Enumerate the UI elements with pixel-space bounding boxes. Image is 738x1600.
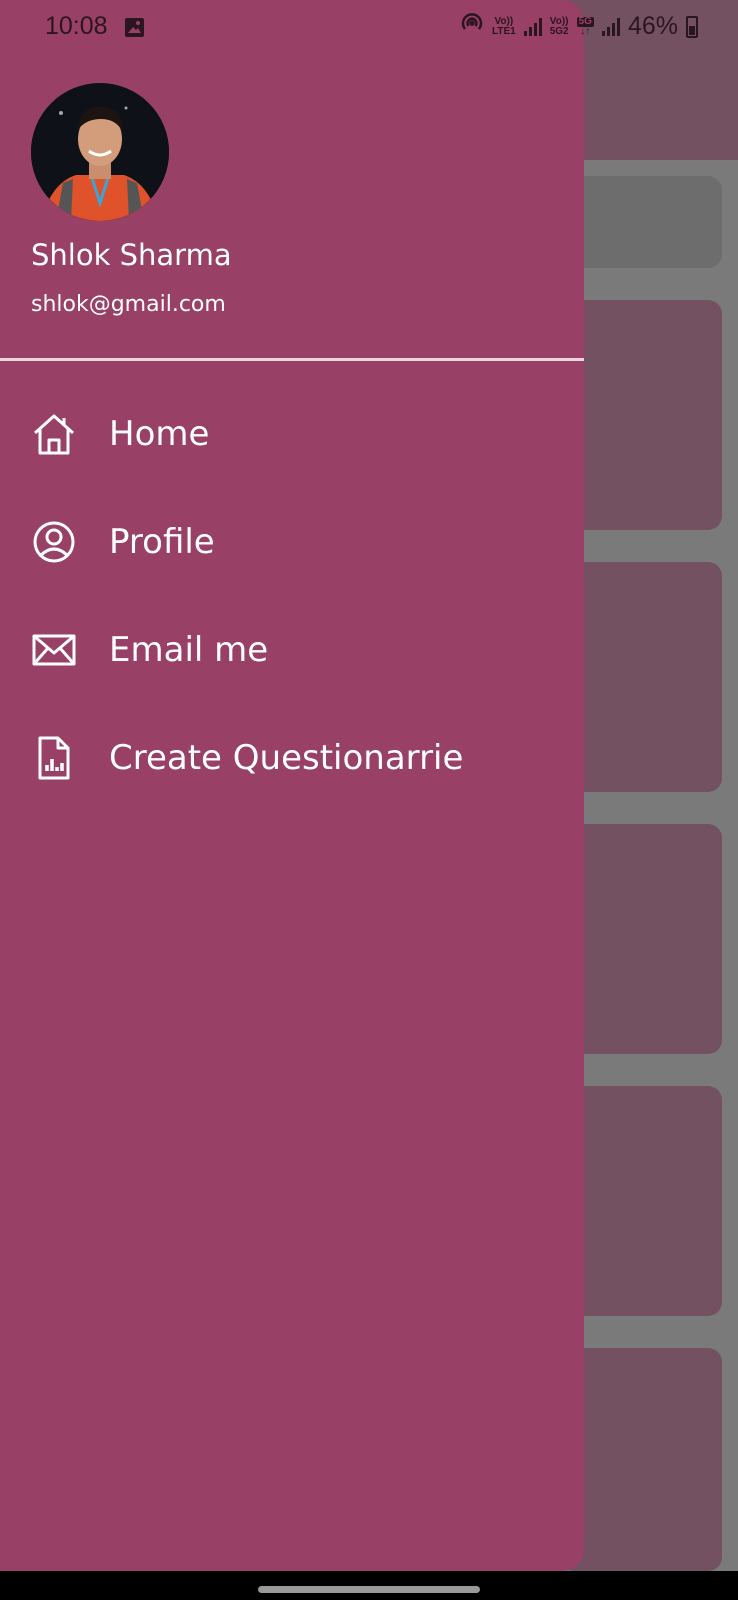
signal-strength-icon <box>523 17 542 36</box>
hotspot-icon <box>460 12 484 41</box>
menu-item-label: Create Questionarrie <box>109 738 464 778</box>
background-card <box>560 562 722 792</box>
user-email: shlok@gmail.com <box>31 292 226 317</box>
menu-item-label: Email me <box>109 630 269 670</box>
document-chart-icon <box>31 735 77 781</box>
gesture-handle[interactable] <box>258 1586 480 1593</box>
background-card <box>560 824 722 1054</box>
menu-item-create-questionnaire[interactable]: Create Questionarrie <box>0 704 584 812</box>
network-5g-icon: 5G ↓↑ <box>576 15 594 37</box>
status-bar: 10:08 Vo)) LTE1 Vo)) 5G2 5G ↓↑ 46% <box>0 0 738 58</box>
image-notification-icon <box>124 17 145 38</box>
navigation-drawer: Shlok Sharma shlok@gmail.com Home Profil… <box>0 0 584 1571</box>
status-time: 10:08 <box>45 12 108 40</box>
drawer-menu: Home Profile Email me Create Questionarr… <box>0 380 584 812</box>
menu-item-home[interactable]: Home <box>0 380 584 488</box>
background-card <box>560 1086 722 1316</box>
drawer-divider <box>0 358 584 361</box>
battery-percent: 46% <box>627 12 678 40</box>
background-card <box>560 300 722 530</box>
home-icon <box>31 411 77 457</box>
user-name: Shlok Sharma <box>31 238 232 272</box>
menu-item-profile[interactable]: Profile <box>0 488 584 596</box>
sim1-label: Vo)) LTE1 <box>491 15 516 37</box>
signal-strength-icon <box>601 17 620 36</box>
background-search-box <box>560 176 722 268</box>
avatar[interactable] <box>31 83 169 221</box>
menu-item-label: Home <box>109 414 210 454</box>
mail-icon <box>31 627 77 673</box>
background-card <box>560 1348 722 1571</box>
menu-item-label: Profile <box>109 522 215 562</box>
battery-icon <box>686 15 698 38</box>
sim2-label: Vo)) 5G2 <box>549 15 569 37</box>
menu-item-email[interactable]: Email me <box>0 596 584 704</box>
account-circle-icon <box>31 519 77 565</box>
